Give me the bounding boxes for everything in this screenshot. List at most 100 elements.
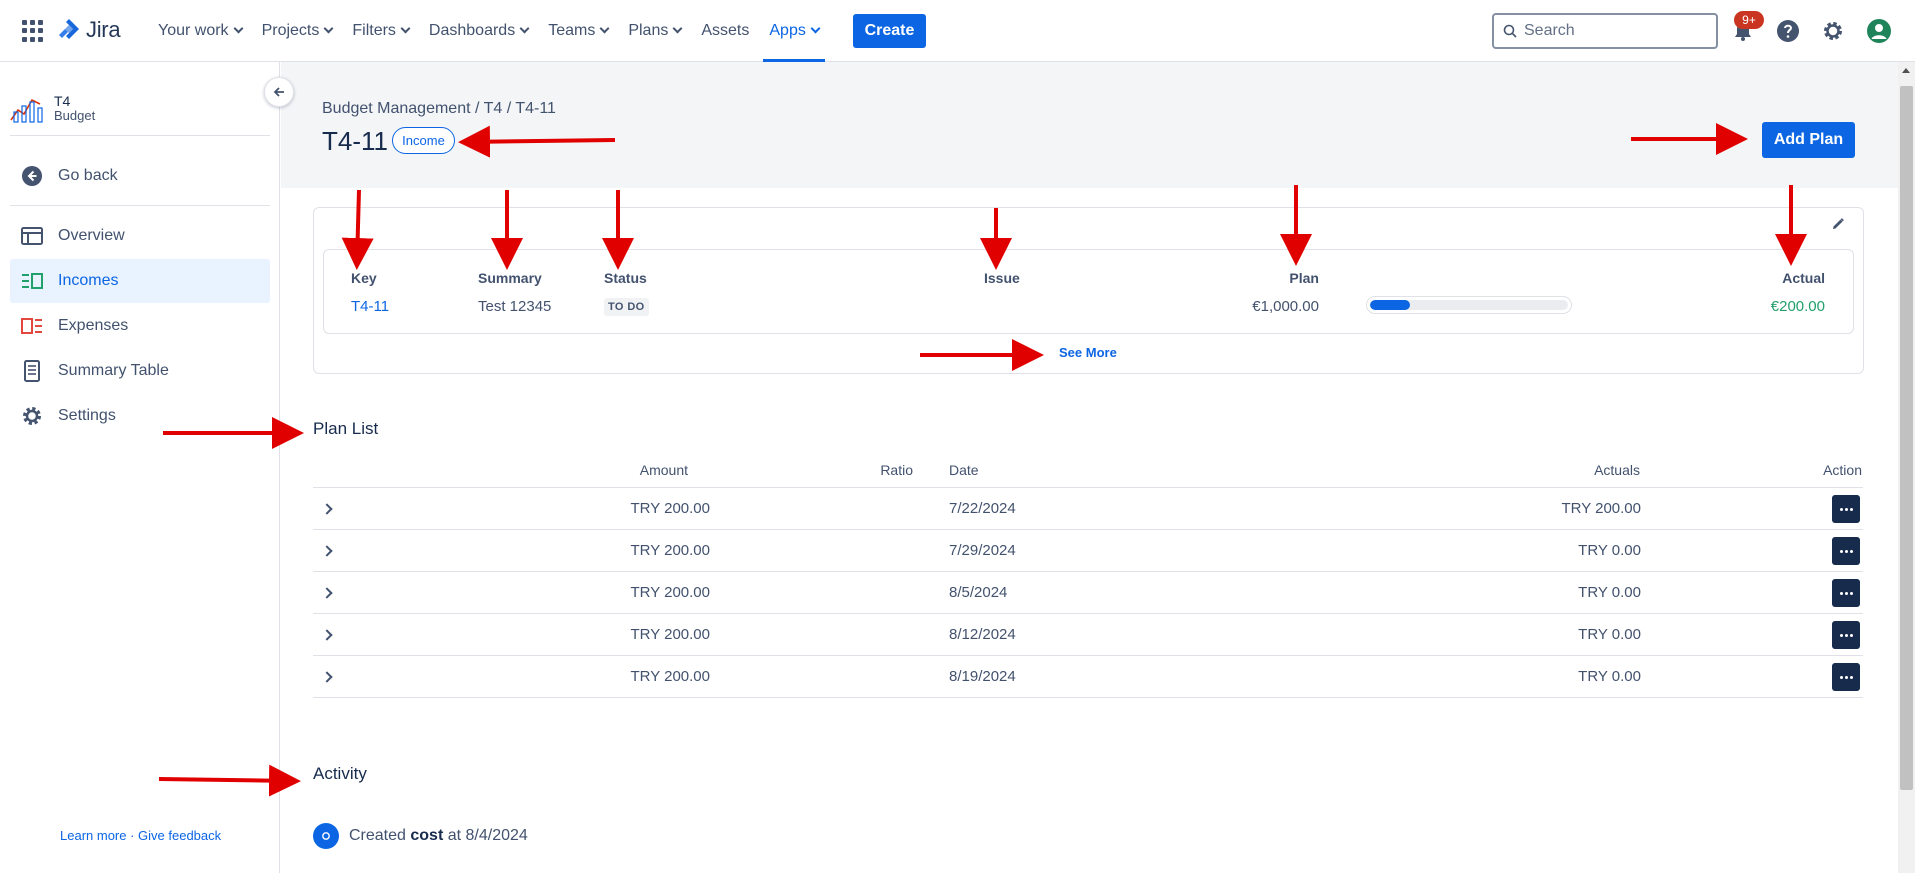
plan-date-cell: 7/29/2024 [949, 542, 1016, 559]
sidebar-item-overview[interactable]: Overview [10, 214, 270, 258]
search-icon [1503, 24, 1517, 38]
sidebar-item-label: Summary Table [58, 362, 169, 379]
nav-filters[interactable]: Filters [342, 0, 419, 62]
nav-your-work[interactable]: Your work [148, 0, 252, 62]
app-switcher-icon[interactable] [22, 20, 44, 42]
more-actions-button[interactable] [1832, 537, 1860, 565]
search-input[interactable]: Search [1492, 13, 1718, 49]
nav-label: Dashboards [428, 22, 516, 39]
chevron-right-icon[interactable] [321, 503, 333, 515]
chevron-down-icon [233, 23, 244, 34]
plan-row: TRY 200.00 7/22/2024 TRY 200.00 [313, 488, 1863, 530]
incomes-icon [20, 269, 44, 293]
more-actions-button[interactable] [1832, 621, 1860, 649]
scroll-up-arrow-icon[interactable] [1902, 68, 1910, 73]
type-lozenge: Income [392, 127, 455, 154]
nav-dashboards[interactable]: Dashboards [419, 0, 538, 62]
activity-title: Activity [313, 764, 367, 783]
nav-teams[interactable]: Teams [538, 0, 618, 62]
add-plan-button[interactable]: Add Plan [1762, 122, 1855, 158]
sidebar-item-label: Expenses [58, 317, 129, 334]
nav-plans[interactable]: Plans [618, 0, 691, 62]
sidebar-item-label: Overview [58, 227, 125, 244]
divider [10, 205, 270, 206]
more-actions-button[interactable] [1832, 495, 1860, 523]
plan-actual-cell: TRY 200.00 [1561, 500, 1641, 517]
chevron-down-icon [519, 23, 530, 34]
sidebar-item-incomes[interactable]: Incomes [10, 259, 270, 303]
plan-list-title: Plan List [313, 419, 379, 438]
col-header-ratio: Ratio [880, 462, 913, 478]
create-button[interactable]: Create [853, 14, 926, 48]
issue-key-link[interactable]: T4-11 [351, 298, 389, 315]
arrow-left-circle-icon [20, 164, 44, 188]
help-icon[interactable] [1775, 18, 1801, 44]
plan-actual-cell: TRY 0.00 [1578, 626, 1641, 643]
plan-row: TRY 200.00 7/29/2024 TRY 0.00 [313, 530, 1863, 572]
col-header-issue: Issue [984, 270, 1020, 286]
plan-amount-cell: TRY 200.00 [630, 542, 710, 559]
project-name: T4 [54, 92, 71, 109]
more-actions-button[interactable] [1832, 663, 1860, 691]
scrollbar-thumb[interactable] [1900, 86, 1913, 790]
col-header-summary: Summary [478, 270, 542, 286]
chevron-right-icon[interactable] [321, 587, 333, 599]
plan-actual-cell: TRY 0.00 [1578, 584, 1641, 601]
summary-table [323, 249, 1854, 334]
nav-label: Projects [261, 22, 320, 39]
plan-date-cell: 8/19/2024 [949, 668, 1016, 685]
sidebar-item-settings[interactable]: Settings [10, 394, 270, 438]
learn-more-feedback-link[interactable]: Learn more · Give feedback [60, 828, 221, 843]
nav-apps[interactable]: Apps [759, 0, 828, 62]
chevron-right-icon[interactable] [321, 545, 333, 557]
nav-label: Apps [769, 22, 806, 39]
activity-entry: Created cost at 8/4/2024 [349, 827, 528, 845]
nav-label: Your work [158, 22, 229, 39]
col-header-actuals: Actuals [1594, 462, 1640, 478]
plan-date-cell: 8/5/2024 [949, 584, 1008, 601]
issue-summary: Test 12345 [478, 298, 552, 315]
user-avatar-icon[interactable] [1866, 18, 1892, 44]
chevron-down-icon [599, 23, 610, 34]
progress-track [1370, 300, 1568, 310]
product-name: Jira [86, 17, 121, 42]
chevron-right-icon[interactable] [321, 671, 333, 683]
page-title: T4-11 [322, 126, 388, 156]
page-header [281, 62, 1898, 188]
jira-logo[interactable]: Jira [58, 17, 121, 43]
breadcrumb[interactable]: Budget Management / T4 / T4-11 [322, 100, 556, 118]
plan-row: TRY 200.00 8/19/2024 TRY 0.00 [313, 656, 1863, 698]
divider [10, 135, 270, 136]
chevron-down-icon [672, 23, 683, 34]
plan-amount-cell: TRY 200.00 [630, 500, 710, 517]
nav-assets[interactable]: Assets [691, 0, 759, 62]
pencil-edit-icon[interactable] [1831, 217, 1845, 231]
plan-date-cell: 8/12/2024 [949, 626, 1016, 643]
nav-projects[interactable]: Projects [252, 0, 343, 62]
chevron-right-icon[interactable] [321, 629, 333, 641]
nav-menu: Your work Projects Filters Dashboards Te… [148, 0, 829, 62]
top-navigation: Jira Your work Projects Filters Dashboar… [0, 0, 1915, 62]
nav-label: Plans [628, 22, 669, 39]
more-actions-button[interactable] [1832, 579, 1860, 607]
chevron-down-icon [323, 23, 334, 34]
sidebar-item-go-back[interactable]: Go back [10, 154, 270, 198]
col-header-key: Key [351, 270, 377, 286]
activity-object: cost [410, 827, 444, 844]
sidebar-item-summary-table[interactable]: Summary Table [10, 349, 270, 393]
actual-amount: €200.00 [1770, 298, 1825, 315]
activity-verb: Created [349, 827, 406, 844]
arrow-left-icon [273, 87, 284, 97]
sidebar-item-label: Settings [58, 407, 116, 424]
see-more-link[interactable]: See More [1059, 345, 1117, 360]
expenses-icon [20, 314, 44, 338]
sidebar-item-expenses[interactable]: Expenses [10, 304, 270, 348]
col-header-action: Action [1823, 462, 1862, 478]
plan-actual-cell: TRY 0.00 [1578, 668, 1641, 685]
settings-gear-icon[interactable] [1820, 18, 1846, 44]
collapse-sidebar-button[interactable] [264, 77, 294, 107]
project-header[interactable]: T4 Budget [10, 92, 95, 124]
project-budget-icon [10, 98, 43, 123]
chevron-down-icon [400, 23, 411, 34]
overview-icon [20, 224, 44, 248]
